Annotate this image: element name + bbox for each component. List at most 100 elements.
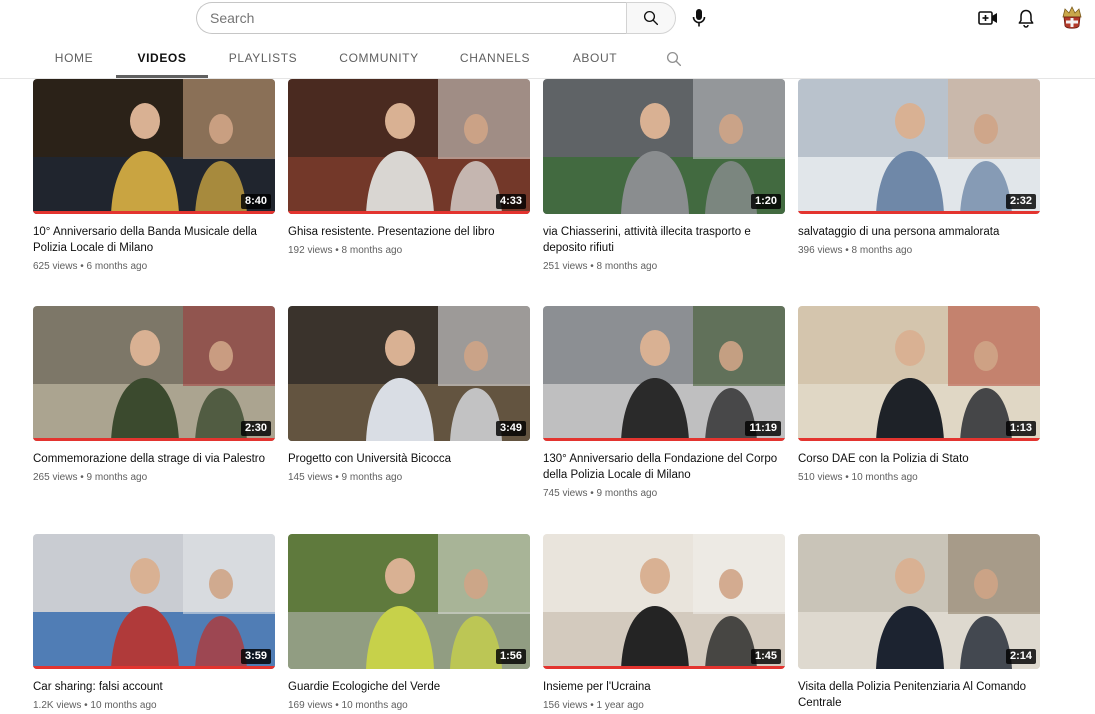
video-card[interactable]: 4:33 Ghisa resistente. Presentazione del… xyxy=(288,79,530,258)
microphone-icon xyxy=(692,9,706,27)
video-card[interactable]: 2:32 salvataggio di una persona ammalora… xyxy=(798,79,1040,258)
video-meta: 156 views • 1 year ago xyxy=(543,700,644,711)
active-tab-indicator xyxy=(116,75,208,78)
video-meta: 1.2K views • 10 months ago xyxy=(33,700,157,711)
video-thumbnail[interactable]: 1:45 xyxy=(543,534,785,669)
video-title[interactable]: Ghisa resistente. Presentazione del libr… xyxy=(288,224,530,240)
video-duration: 2:30 xyxy=(240,421,271,436)
video-title[interactable]: Insieme per l'Ucraina xyxy=(543,679,785,695)
video-thumbnail[interactable]: 2:30 xyxy=(33,306,275,441)
video-meta: 192 views • 8 months ago xyxy=(288,245,403,256)
channel-search-button[interactable] xyxy=(665,50,683,68)
tab-about[interactable]: ABOUT xyxy=(570,38,620,78)
video-meta: 265 views • 9 months ago xyxy=(33,472,148,483)
thumbnail-image xyxy=(33,306,275,441)
video-card[interactable]: 1:20 via Chiasserini, attività illecita … xyxy=(543,79,785,274)
video-title[interactable]: Guardie Ecologiche del Verde xyxy=(288,679,530,695)
video-duration: 1:20 xyxy=(750,194,781,209)
create-button[interactable] xyxy=(975,5,1001,31)
video-thumbnail[interactable]: 11:19 xyxy=(543,306,785,441)
video-meta: 169 views • 10 months ago xyxy=(288,700,408,711)
tab-home[interactable]: HOME xyxy=(52,38,96,78)
video-meta: 251 views • 8 months ago xyxy=(543,261,658,272)
search-input[interactable] xyxy=(197,3,626,33)
view-count: 251 views xyxy=(543,261,588,272)
video-duration: 2:14 xyxy=(1005,649,1036,664)
bell-icon xyxy=(1018,9,1034,28)
tab-community[interactable]: COMMUNITY xyxy=(337,38,421,78)
video-thumbnail[interactable]: 3:49 xyxy=(288,306,530,441)
video-card[interactable]: 1:56 Guardie Ecologiche del Verde 169 vi… xyxy=(288,534,530,713)
tab-playlists[interactable]: PLAYLISTS xyxy=(227,38,299,78)
video-duration: 2:32 xyxy=(1005,194,1036,209)
tab-videos[interactable]: VIDEOS xyxy=(131,38,193,78)
video-card[interactable]: 3:59 Car sharing: falsi account 1.2K vie… xyxy=(33,534,275,713)
video-card[interactable]: 1:45 Insieme per l'Ucraina 156 views • 1… xyxy=(543,534,785,713)
video-card[interactable]: 2:30 Commemorazione della strage di via … xyxy=(33,306,275,485)
watch-progress xyxy=(288,211,530,214)
video-meta: 510 views • 10 months ago xyxy=(798,472,918,483)
video-title[interactable]: 130° Anniversario della Fondazione del C… xyxy=(543,451,785,483)
video-duration: 1:56 xyxy=(495,649,526,664)
upload-age: 8 months ago xyxy=(851,245,913,256)
video-duration: 1:13 xyxy=(1005,421,1036,436)
video-thumbnail[interactable]: 8:40 xyxy=(33,79,275,214)
notifications-button[interactable] xyxy=(1013,5,1039,31)
video-title[interactable]: salvataggio di una persona ammalorata xyxy=(798,224,1040,240)
video-duration: 8:40 xyxy=(240,194,271,209)
view-count: 169 views xyxy=(288,700,333,711)
video-title[interactable]: Car sharing: falsi account xyxy=(33,679,275,695)
view-count: 1.2K views xyxy=(33,700,82,711)
view-count: 192 views xyxy=(288,245,333,256)
video-thumbnail[interactable]: 2:32 xyxy=(798,79,1040,214)
search-box xyxy=(196,2,626,34)
voice-search-button[interactable] xyxy=(686,4,712,32)
video-duration: 11:19 xyxy=(745,421,781,436)
video-meta: 745 views • 9 months ago xyxy=(543,488,658,499)
channel-avatar[interactable] xyxy=(1060,5,1084,31)
video-create-icon xyxy=(978,11,997,25)
video-card[interactable]: 3:49 Progetto con Università Bicocca 145… xyxy=(288,306,530,485)
video-card[interactable]: 2:14 Visita della Polizia Penitenziaria … xyxy=(798,534,1040,711)
channel-tabs: HOME VIDEOS PLAYLISTS COMMUNITY CHANNELS… xyxy=(0,38,1095,79)
video-thumbnail[interactable]: 2:14 xyxy=(798,534,1040,669)
video-thumbnail[interactable]: 1:13 xyxy=(798,306,1040,441)
video-title[interactable]: Visita della Polizia Penitenziaria Al Co… xyxy=(798,679,1040,711)
thumbnail-image xyxy=(798,79,1040,214)
video-title[interactable]: Corso DAE con la Polizia di Stato xyxy=(798,451,1040,467)
video-title[interactable]: Commemorazione della strage di via Pales… xyxy=(33,451,275,467)
search-button[interactable] xyxy=(626,2,676,34)
video-thumbnail[interactable]: 3:59 xyxy=(33,534,275,669)
video-duration: 4:33 xyxy=(495,194,526,209)
view-count: 745 views xyxy=(543,488,588,499)
watch-progress xyxy=(798,438,1040,441)
video-card[interactable]: 11:19 130° Anniversario della Fondazione… xyxy=(543,306,785,501)
thumbnail-image xyxy=(33,79,275,214)
video-thumbnail[interactable]: 1:56 xyxy=(288,534,530,669)
tab-channels[interactable]: CHANNELS xyxy=(459,38,531,78)
video-title[interactable]: Progetto con Università Bicocca xyxy=(288,451,530,467)
upload-age: 9 months ago xyxy=(86,472,148,483)
video-thumbnail[interactable]: 4:33 xyxy=(288,79,530,214)
upload-age: 6 months ago xyxy=(86,261,148,272)
upload-age: 10 months ago xyxy=(90,700,157,711)
video-thumbnail[interactable]: 1:20 xyxy=(543,79,785,214)
video-title[interactable]: 10° Anniversario della Banda Musicale de… xyxy=(33,224,275,256)
thumbnail-image xyxy=(798,306,1040,441)
view-count: 265 views xyxy=(33,472,78,483)
video-meta: 625 views • 6 months ago xyxy=(33,261,148,272)
upload-age: 10 months ago xyxy=(341,700,408,711)
upload-age: 9 months ago xyxy=(596,488,658,499)
watch-progress xyxy=(543,666,785,669)
upload-age: 8 months ago xyxy=(341,245,403,256)
thumbnail-image xyxy=(288,534,530,669)
upload-age: 8 months ago xyxy=(596,261,658,272)
video-card[interactable]: 1:13 Corso DAE con la Polizia di Stato 5… xyxy=(798,306,1040,485)
video-title[interactable]: via Chiasserini, attività illecita trasp… xyxy=(543,224,785,256)
upload-age: 1 year ago xyxy=(596,700,644,711)
watch-progress xyxy=(33,211,275,214)
thumbnail-image xyxy=(288,79,530,214)
video-meta: 396 views • 8 months ago xyxy=(798,245,913,256)
search-icon xyxy=(666,51,682,67)
video-card[interactable]: 8:40 10° Anniversario della Banda Musica… xyxy=(33,79,275,274)
